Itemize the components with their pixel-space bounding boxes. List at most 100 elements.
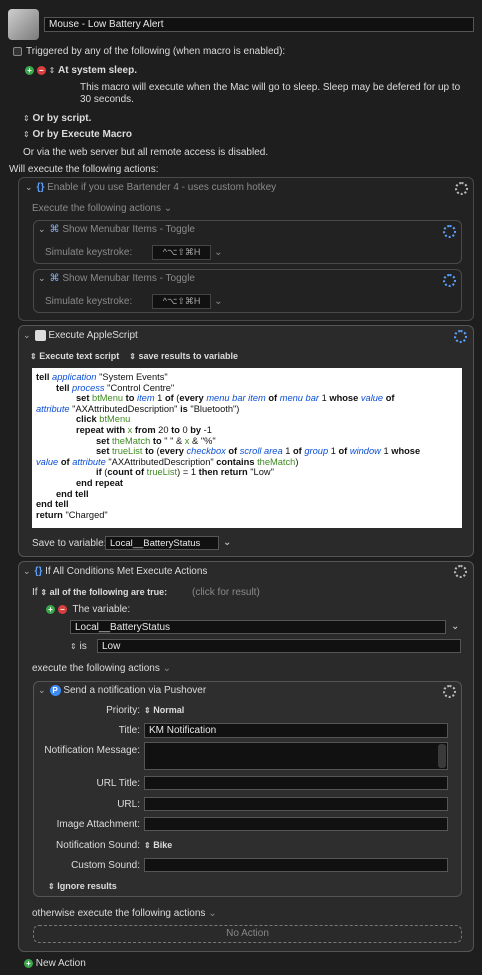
applescript-action[interactable]: ⌄ Execute AppleScript ⇕ Execute text scr… bbox=[18, 325, 474, 557]
macro-editor: Mouse - Low Battery Alert Triggered by a… bbox=[0, 0, 482, 975]
script-line: end tell bbox=[36, 499, 69, 510]
updown-icon: ⇕ bbox=[144, 706, 151, 715]
keystroke-row: Simulate keystroke: ^⌥⇧⌘H ⌄ bbox=[45, 245, 223, 260]
gear-icon[interactable] bbox=[454, 330, 467, 343]
keystroke-field[interactable]: ^⌥⇧⌘H bbox=[151, 294, 212, 309]
gear-icon[interactable] bbox=[443, 225, 456, 238]
url-field[interactable] bbox=[144, 797, 448, 811]
save-variable-field[interactable]: Local__BatteryStatus bbox=[105, 536, 219, 550]
keystroke-label: Simulate keystroke: bbox=[45, 247, 133, 258]
custom-sound-field[interactable] bbox=[144, 858, 448, 872]
conditions-mode-popup[interactable]: ⇕ all of the following are true: bbox=[40, 587, 167, 597]
chevron-down-icon[interactable]: ⌄ bbox=[214, 247, 222, 258]
script-line: attribute "AXAttributedDescription" is "… bbox=[36, 403, 240, 414]
image-attachment-field[interactable] bbox=[144, 817, 448, 831]
image-attachment-label: Image Attachment: bbox=[56, 819, 140, 830]
chevron-down-icon[interactable]: ⌄ bbox=[23, 566, 31, 576]
bartender-group[interactable]: ⌄{} Enable if you use Bartender 4 - uses… bbox=[18, 177, 474, 321]
macro-icon[interactable] bbox=[8, 9, 39, 40]
ignore-results-popup[interactable]: ⇕ Ignore results bbox=[48, 881, 117, 891]
priority-label: Priority: bbox=[106, 705, 140, 716]
menubar-action-2[interactable]: ⌄ ⌘ Show Menubar Items - Toggle Simulate … bbox=[33, 269, 462, 313]
bartender-sub[interactable]: Execute the following actions ⌄ bbox=[32, 203, 172, 214]
condition-variable-field[interactable]: Local__BatteryStatus bbox=[70, 620, 446, 634]
save-mode-popup[interactable]: ⇕ save results to variable bbox=[129, 351, 238, 361]
remove-condition-icon[interactable]: − bbox=[57, 605, 67, 614]
triggers-checkbox[interactable] bbox=[13, 46, 22, 56]
exec-actions-label[interactable]: execute the following actions ⌄ bbox=[32, 663, 171, 674]
message-field[interactable] bbox=[144, 742, 448, 770]
gear-icon[interactable] bbox=[454, 565, 467, 578]
bartender-sub-label: Execute the following actions bbox=[32, 203, 161, 214]
url-title-label: URL Title: bbox=[96, 778, 140, 789]
macro-name-field[interactable]: Mouse - Low Battery Alert bbox=[44, 17, 474, 32]
keystroke-field[interactable]: ^⌥⇧⌘H bbox=[151, 245, 212, 260]
script-line: return "Charged" bbox=[36, 509, 108, 520]
chevron-down-icon[interactable]: ⌄ bbox=[38, 273, 46, 283]
chevron-down-icon[interactable]: ⌄ bbox=[23, 330, 31, 340]
menubar-action-1[interactable]: ⌄ ⌘ Show Menubar Items - Toggle Simulate … bbox=[33, 220, 462, 264]
script-mode-label: Execute text script bbox=[39, 351, 120, 361]
trigger-script-row[interactable]: ⇕ Or by script. bbox=[23, 113, 91, 124]
chevron-down-icon[interactable]: ⌄ bbox=[223, 537, 231, 548]
message-scrollbar[interactable] bbox=[438, 744, 446, 768]
chevron-down-icon[interactable]: ⌄ bbox=[38, 685, 46, 695]
gear-icon[interactable] bbox=[455, 182, 468, 195]
pushover-action[interactable]: ⌄ P Send a notification via Pushover Prio… bbox=[33, 681, 462, 897]
script-mode-popup[interactable]: ⇕ Execute text script bbox=[30, 351, 119, 361]
script-line: tell process "Control Centre" bbox=[56, 382, 175, 393]
menubar-action-title: Show Menubar Items - Toggle bbox=[62, 224, 195, 235]
ignore-results-label: Ignore results bbox=[57, 881, 117, 891]
updown-icon: ⇕ bbox=[23, 130, 30, 139]
new-action-button[interactable]: + New Action bbox=[24, 958, 86, 969]
if-header: ⌄{} If All Conditions Met Execute Action… bbox=[23, 566, 207, 577]
url-label: URL: bbox=[117, 799, 140, 810]
trigger-sleep-row: + − ⇕ At system sleep. bbox=[25, 65, 137, 76]
if-action[interactable]: ⌄{} If All Conditions Met Execute Action… bbox=[18, 561, 474, 952]
updown-icon: ⇕ bbox=[40, 588, 48, 597]
add-trigger-icon[interactable]: + bbox=[25, 66, 34, 75]
condition-value-field[interactable]: Low bbox=[97, 639, 461, 653]
otherwise-text: otherwise execute the following actions bbox=[32, 908, 206, 919]
updown-icon[interactable]: ⇕ bbox=[49, 66, 56, 75]
chevron-down-icon[interactable]: ⌄ bbox=[214, 296, 222, 307]
title-field[interactable]: KM Notification bbox=[144, 723, 448, 738]
sound-popup[interactable]: ⇕ Bike bbox=[144, 840, 172, 850]
trigger-sleep-label[interactable]: At system sleep. bbox=[58, 65, 137, 76]
updown-icon: ⇕ bbox=[48, 882, 55, 891]
condition-operator-popup[interactable]: ⇕ is bbox=[70, 641, 87, 652]
remove-trigger-icon[interactable]: − bbox=[36, 66, 46, 75]
script-line: tell application "System Events" bbox=[36, 372, 168, 382]
if-title: If All Conditions Met Execute Actions bbox=[45, 566, 208, 577]
chevron-down-icon[interactable]: ⌄ bbox=[451, 621, 459, 632]
script-editor[interactable]: tell application "System Events" tell pr… bbox=[32, 368, 462, 528]
actions-header: Will execute the following actions: bbox=[9, 164, 159, 175]
pushover-icon: P bbox=[49, 685, 61, 696]
gear-icon[interactable] bbox=[443, 685, 456, 698]
no-action-placeholder[interactable]: No Action bbox=[33, 925, 462, 943]
script-line: end repeat bbox=[76, 477, 124, 488]
add-condition-icon[interactable]: + bbox=[46, 605, 55, 614]
otherwise-label[interactable]: otherwise execute the following actions … bbox=[32, 908, 217, 919]
save-mode-label: save results to variable bbox=[138, 351, 239, 361]
applescript-header: ⌄ Execute AppleScript bbox=[23, 330, 138, 341]
trigger-execute-row[interactable]: ⇕ Or by Execute Macro bbox=[23, 129, 132, 140]
if-conditions-row: If ⇕ all of the following are true: bbox=[32, 587, 167, 598]
trigger-sleep-desc: This macro will execute when the Mac wil… bbox=[80, 82, 461, 93]
new-action-label: New Action bbox=[35, 958, 86, 969]
updown-icon: ⇕ bbox=[23, 114, 30, 123]
trigger-script-label: Or by script. bbox=[32, 113, 92, 124]
priority-popup[interactable]: ⇕ Normal bbox=[144, 705, 184, 715]
click-for-result[interactable]: (click for result) bbox=[192, 587, 260, 598]
updown-icon: ⇕ bbox=[70, 642, 77, 651]
chevron-down-icon[interactable]: ⌄ bbox=[38, 224, 46, 234]
url-title-field[interactable] bbox=[144, 776, 448, 790]
keystroke-label: Simulate keystroke: bbox=[45, 296, 133, 307]
chevron-down-icon[interactable]: ⌄ bbox=[25, 182, 33, 192]
gear-icon[interactable] bbox=[443, 274, 456, 287]
notification-sound-label: Notification Sound: bbox=[56, 840, 140, 851]
message-label: Notification Message: bbox=[44, 745, 140, 756]
command-icon: ⌘ bbox=[49, 273, 60, 284]
script-line: click btMenu bbox=[76, 414, 131, 425]
script-line: repeat with x from 20 to 0 by -1 bbox=[76, 424, 212, 435]
